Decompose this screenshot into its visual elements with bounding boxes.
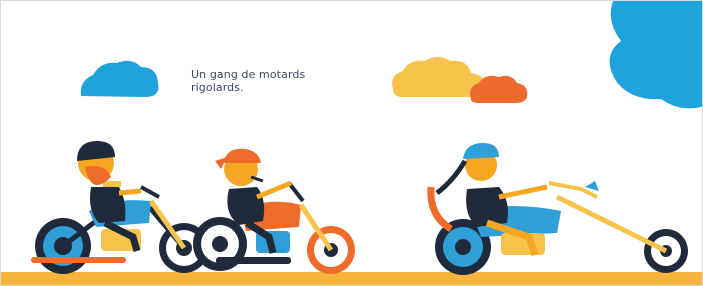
ground-strip [1,272,702,285]
story-caption: Un gang de motards rigolards. [191,68,331,94]
book-page: Un gang de motards rigolards. [0,0,703,286]
caption-line-2: rigolards. [191,81,244,94]
motorcycle-icon [193,181,355,274]
illustration [1,1,702,285]
cloud-icon [80,60,159,97]
cloud-icon [609,1,702,109]
caption-line-1: Un gang de motards [191,68,306,81]
